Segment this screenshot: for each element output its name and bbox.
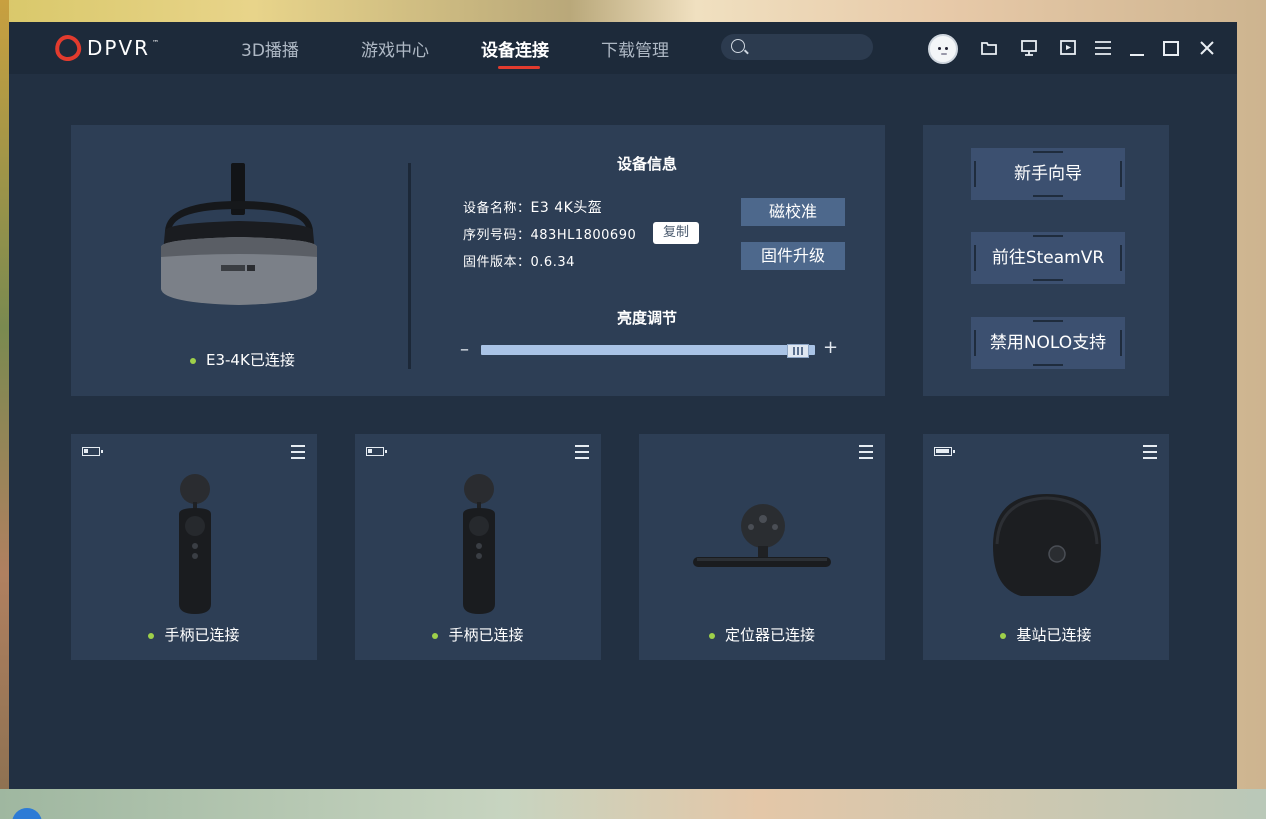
status-connected-icon xyxy=(190,357,196,364)
device-name-value: E3 4K头盔 xyxy=(530,200,603,216)
monitor-icon[interactable] xyxy=(1019,38,1039,58)
headset-status-label: E3-4K已连接 xyxy=(206,351,295,369)
brand-trademark: ™ xyxy=(152,39,160,47)
serial-number-row: 序列号码：483HL1800690 xyxy=(463,224,636,243)
copy-serial-button[interactable]: 复制 xyxy=(653,222,699,244)
status-connected-icon xyxy=(1000,632,1007,639)
headset-panel: E3-4K已连接 设备信息 设备名称：E3 4K头盔 序列号码：483HL180… xyxy=(71,125,885,396)
desktop-wallpaper-left xyxy=(0,0,9,819)
tracker-image xyxy=(693,504,831,567)
tab-game-center[interactable]: 游戏中心 xyxy=(361,36,429,61)
vr-headset-image xyxy=(161,163,317,305)
menu-icon[interactable] xyxy=(575,445,589,459)
menu-icon[interactable] xyxy=(1093,38,1113,58)
device-status: 基站已连接 xyxy=(923,624,1169,645)
avatar[interactable] xyxy=(928,34,958,64)
app-window: DPVR ™ 3D播播 游戏中心 设备连接 下载管理 E3-4K已连接 设备信息… xyxy=(9,22,1237,789)
firmware-version-value: 0.6.34 xyxy=(530,255,575,270)
brand-logo: DPVR ™ xyxy=(52,32,160,64)
firmware-upgrade-button[interactable]: 固件升级 xyxy=(741,242,845,270)
device-card-controller-1: 手柄已连接 xyxy=(71,434,317,660)
device-name-label: 设备名称： xyxy=(463,201,531,216)
quick-actions-panel: 新手向导 前往SteamVR 禁用NOLO支持 xyxy=(923,125,1169,396)
device-info-title: 设备信息 xyxy=(617,155,678,173)
search-input[interactable] xyxy=(751,37,865,57)
controller-image xyxy=(463,474,495,614)
search-box[interactable] xyxy=(721,34,873,60)
device-status: 定位器已连接 xyxy=(639,624,885,645)
device-card-tracker: 定位器已连接 xyxy=(639,434,885,660)
disable-nolo-button[interactable]: 禁用NOLO支持 xyxy=(971,317,1125,369)
brightness-slider-handle[interactable] xyxy=(786,344,809,358)
brightness-increase-button[interactable]: + xyxy=(823,337,838,358)
firmware-version-label: 固件版本： xyxy=(463,255,531,270)
brightness-slider-track[interactable] xyxy=(481,345,815,355)
brightness-title: 亮度调节 xyxy=(617,309,678,327)
serial-number-value: 483HL1800690 xyxy=(530,228,637,243)
beginner-guide-label: 新手向导 xyxy=(1014,164,1082,184)
go-to-steamvr-button[interactable]: 前往SteamVR xyxy=(971,232,1125,284)
battery-icon xyxy=(366,447,387,456)
firmware-version-row: 固件版本：0.6.34 xyxy=(463,251,575,270)
device-status-label: 手柄已连接 xyxy=(448,626,524,644)
maximize-icon[interactable] xyxy=(1161,38,1181,58)
top-bar: DPVR ™ 3D播播 游戏中心 设备连接 下载管理 xyxy=(9,22,1237,74)
status-connected-icon xyxy=(708,632,715,639)
tab-download-manager[interactable]: 下载管理 xyxy=(601,36,669,61)
device-card-controller-2: 手柄已连接 xyxy=(355,434,601,660)
battery-icon xyxy=(82,447,103,456)
active-tab-indicator xyxy=(498,66,540,69)
menu-icon[interactable] xyxy=(1143,445,1157,459)
battery-icon xyxy=(934,447,955,456)
controller-image xyxy=(179,474,211,614)
device-card-base-station: 基站已连接 xyxy=(923,434,1169,660)
headset-status: E3-4K已连接 xyxy=(190,349,295,370)
device-status-label: 手柄已连接 xyxy=(164,626,240,644)
status-connected-icon xyxy=(432,632,439,639)
tab-3d-player[interactable]: 3D播播 xyxy=(241,36,299,61)
desktop-wallpaper-bottom xyxy=(0,789,1266,819)
brand-name: DPVR xyxy=(87,36,151,60)
play-icon[interactable] xyxy=(1058,38,1078,58)
panel-divider xyxy=(408,163,411,369)
device-status: 手柄已连接 xyxy=(71,624,317,645)
beginner-guide-button[interactable]: 新手向导 xyxy=(971,148,1125,200)
device-status-label: 定位器已连接 xyxy=(724,626,815,644)
magnetic-calibration-button[interactable]: 磁校准 xyxy=(741,198,845,226)
base-station-image xyxy=(993,494,1101,596)
go-to-steamvr-label: 前往SteamVR xyxy=(991,248,1105,268)
status-connected-icon xyxy=(148,632,155,639)
brightness-decrease-button[interactable]: – xyxy=(460,339,469,360)
folder-icon[interactable] xyxy=(979,38,999,58)
dpvr-logo-icon xyxy=(52,32,84,64)
tab-device-connection[interactable]: 设备连接 xyxy=(481,36,549,61)
device-name-row: 设备名称：E3 4K头盔 xyxy=(463,197,602,217)
menu-icon[interactable] xyxy=(859,445,873,459)
disable-nolo-label: 禁用NOLO支持 xyxy=(989,333,1107,353)
device-status: 手柄已连接 xyxy=(355,624,601,645)
menu-icon[interactable] xyxy=(291,445,305,459)
minimize-icon[interactable] xyxy=(1127,38,1147,58)
search-icon xyxy=(731,39,745,53)
device-status-label: 基站已连接 xyxy=(1016,626,1092,644)
close-icon[interactable] xyxy=(1197,38,1217,58)
serial-number-label: 序列号码： xyxy=(463,228,531,243)
